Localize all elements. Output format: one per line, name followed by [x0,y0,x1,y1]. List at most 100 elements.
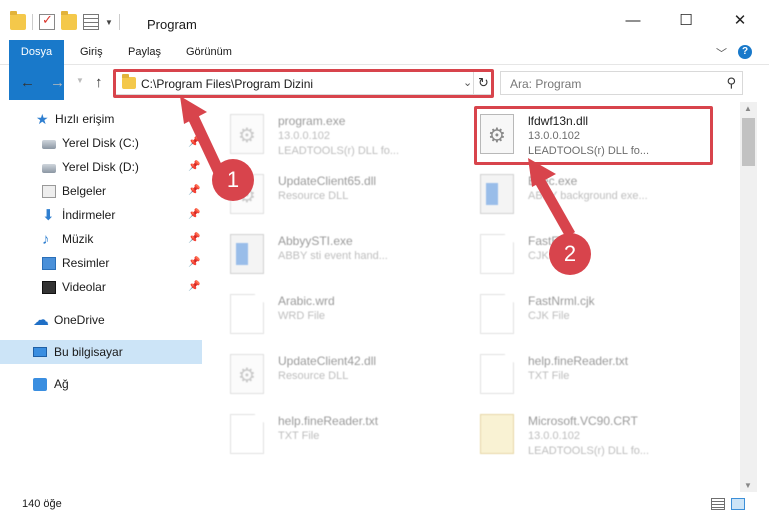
quick-access-toolbar: ▼ [10,11,120,30]
qat-dropdown-icon[interactable]: ▼ [105,18,113,27]
file-item[interactable]: Exec.exe ABBY background exe... [472,164,712,224]
search-input[interactable]: Ara: Program ⚲ [500,71,743,95]
blank-doc-icon [480,294,514,334]
blank-doc-icon [480,234,514,274]
file-item[interactable]: UpdateClient42.dll Resource DLL [222,344,462,404]
toolbar-separator [32,14,33,30]
pin-icon[interactable]: 📌 [188,281,200,292]
sidebar-item-label: OneDrive [54,313,105,327]
file-detail: ABBY sti event hand... [278,250,388,262]
sidebar-item-label: Ağ [54,377,69,391]
tab-view[interactable]: Görünüm [176,40,242,65]
file-name: Arabic.wrd [278,294,335,308]
file-name: FastNrml.cjk [528,294,595,308]
exe-window-icon [480,174,514,214]
file-detail: LEADTOOLS(r) DLL fo... [528,445,650,457]
sidebar-item-this-pc[interactable]: Bu bilgisayar [0,340,202,364]
file-item[interactable]: Microsoft.VC90.CRT 13.0.0.102 LEADTOOLS(… [472,404,712,464]
star-icon: ★ [36,110,49,127]
sidebar-item-label: Resimler [62,256,110,270]
dll-gear-icon [230,354,264,394]
blank-doc-icon [480,354,514,394]
file-name: UpdateClient42.dll [278,354,377,368]
maximize-button[interactable]: ☐ [676,10,696,30]
sidebar-item-quick-access[interactable]: ★ Hızlı erişim [0,107,202,131]
annotation-badge-1: 1 [212,159,254,201]
properties-check-icon[interactable] [39,12,55,30]
status-bar: 140 öğe [0,492,769,517]
chevron-down-icon[interactable]: ﹀ [716,45,727,61]
address-highlight-box [113,69,494,98]
sidebar-item-videos[interactable]: Videolar 📌 [0,275,202,299]
window-title: Program [147,17,197,32]
blank-doc-icon [230,294,264,334]
pin-icon[interactable]: 📌 [188,137,200,148]
sidebar-item-downloads[interactable]: ⬇ İndirmeler 📌 [0,203,202,227]
file-item[interactable]: help.fineReader.txt TXT File [472,344,712,404]
file-highlight-box [474,106,713,165]
sidebar-item-network[interactable]: Ağ [0,372,202,396]
new-folder-icon[interactable] [61,11,77,30]
sidebar-item-pictures[interactable]: Resimler 📌 [0,251,202,275]
file-name: Exec.exe [528,174,578,188]
forward-button[interactable]: → [50,74,65,91]
scroll-thumb[interactable] [742,118,755,166]
blank-doc-icon [230,414,264,454]
file-detail: TXT File [278,430,320,442]
file-detail: TXT File [528,370,570,382]
file-item[interactable]: AbbyySTI.exe ABBY sti event hand... [222,224,462,284]
file-item[interactable]: UpdateClient65.dll Resource DLL [222,164,462,224]
file-name: AbbyySTI.exe [278,234,353,248]
file-detail: 13.0.0.102 [278,130,330,142]
scroll-down-icon[interactable]: ▼ [744,481,752,490]
close-button[interactable]: ✕ [730,10,750,30]
minimize-button[interactable]: — [623,10,643,30]
tab-share[interactable]: Paylaş [118,40,171,65]
sidebar-item-drive-d[interactable]: Yerel Disk (D:) 📌 [0,155,202,179]
file-detail: ABBY background exe... [528,190,648,202]
sidebar-item-label: Yerel Disk (D:) [62,160,139,174]
sidebar-item-onedrive[interactable]: ☁ OneDrive [0,308,202,332]
vertical-scrollbar[interactable]: ▲ ▼ [740,102,757,492]
ribbon-tabs: Dosya Giriş Paylaş Görünüm ﹀ ? [0,40,769,100]
pin-icon[interactable]: 📌 [188,161,200,172]
manifest-icon [480,414,514,454]
item-count: 140 öğe [22,498,62,510]
onedrive-icon: ☁ [33,311,49,329]
file-detail: Resource DLL [278,370,349,382]
file-detail: CJK File [528,310,570,322]
scroll-up-icon[interactable]: ▲ [744,104,752,113]
recent-dropdown-icon[interactable]: ▼ [76,76,84,85]
sidebar-item-label: Belgeler [62,184,107,198]
file-detail: Resource DLL [278,190,349,202]
folder-icon[interactable] [10,11,26,30]
file-item[interactable]: program.exe 13.0.0.102 LEADTOOLS(r) DLL … [222,104,462,164]
customize-list-icon[interactable] [83,14,99,30]
up-button[interactable]: ↑ [95,74,103,91]
help-icon[interactable]: ? [738,45,752,59]
this-pc-icon [33,347,47,357]
back-button[interactable]: ← [20,74,35,91]
file-item[interactable]: FastE...cjk CJK File [472,224,712,284]
tiles-view-icon[interactable] [731,498,745,510]
search-icon[interactable]: ⚲ [726,75,736,91]
file-name: help.fineReader.txt [528,354,629,368]
pin-icon[interactable]: 📌 [188,209,200,220]
pin-icon[interactable]: 📌 [188,233,200,244]
file-name: program.exe [278,114,346,128]
file-detail: LEADTOOLS(r) DLL fo... [278,145,400,157]
pin-icon[interactable]: 📌 [188,257,200,268]
title-bar: ▼ Program — ☐ ✕ [0,0,769,40]
file-item[interactable]: Arabic.wrd WRD File [222,284,462,344]
sidebar-item-music[interactable]: ♪ Müzik 📌 [0,227,202,251]
tab-home[interactable]: Giriş [70,40,113,65]
download-icon: ⬇ [42,206,55,224]
file-item[interactable]: help.fineReader.txt TXT File [222,404,462,464]
toolbar-separator [118,14,120,30]
details-view-icon[interactable] [711,498,725,510]
sidebar-item-drive-c[interactable]: Yerel Disk (C:) 📌 [0,131,202,155]
sidebar-item-label: Hızlı erişim [55,112,115,126]
pin-icon[interactable]: 📌 [188,185,200,196]
file-item[interactable]: FastNrml.cjk CJK File [472,284,712,344]
sidebar-item-documents[interactable]: Belgeler 📌 [0,179,202,203]
